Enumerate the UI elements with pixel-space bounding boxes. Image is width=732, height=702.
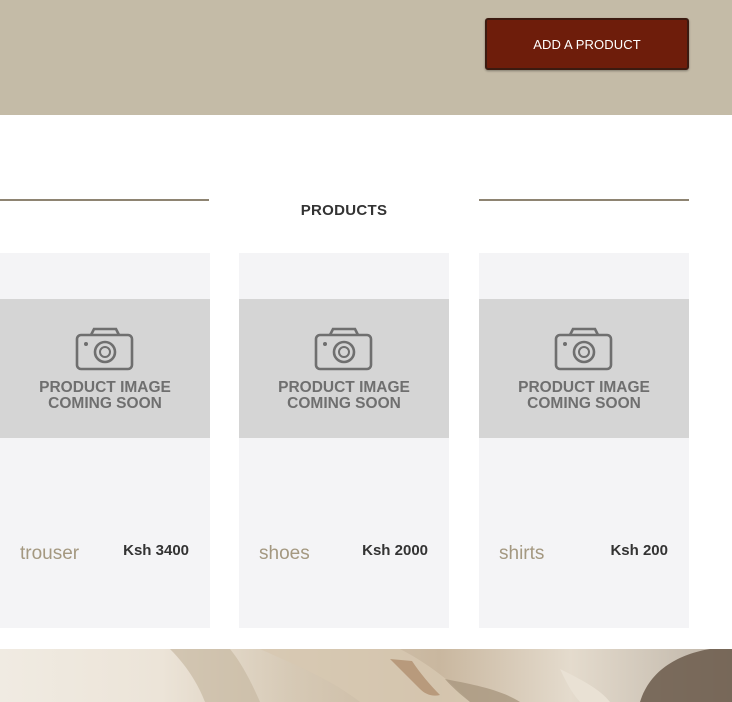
- product-name[interactable]: trouser: [20, 543, 79, 565]
- section-title: PRODUCTS: [300, 202, 388, 219]
- top-header-bar: ADD A PRODUCT: [0, 0, 732, 115]
- placeholder-line2: COMING SOON: [48, 395, 162, 412]
- add-product-button[interactable]: ADD A PRODUCT: [485, 18, 689, 70]
- product-card[interactable]: PRODUCT IMAGE COMING SOON trouser Ksh 34…: [0, 253, 210, 628]
- section-divider-right: [479, 199, 689, 201]
- product-card[interactable]: PRODUCT IMAGE COMING SOON shirts Ksh 200: [479, 253, 689, 628]
- product-image-placeholder: PRODUCT IMAGE COMING SOON: [239, 299, 449, 438]
- placeholder-line2: COMING SOON: [527, 395, 641, 412]
- section-divider-left: [0, 199, 209, 201]
- placeholder-line1: PRODUCT IMAGE: [518, 379, 650, 396]
- placeholder-line1: PRODUCT IMAGE: [278, 379, 410, 396]
- product-price: Ksh 2000: [362, 542, 428, 559]
- product-price: Ksh 3400: [123, 542, 189, 559]
- placeholder-line1: PRODUCT IMAGE: [39, 379, 171, 396]
- product-name[interactable]: shirts: [499, 543, 544, 565]
- hero-banner-image: [0, 649, 732, 702]
- product-image-placeholder: PRODUCT IMAGE COMING SOON: [479, 299, 689, 438]
- camera-icon: [314, 327, 373, 371]
- product-name[interactable]: shoes: [259, 543, 310, 565]
- product-card[interactable]: PRODUCT IMAGE COMING SOON shoes Ksh 2000: [239, 253, 449, 628]
- camera-icon: [75, 327, 134, 371]
- placeholder-line2: COMING SOON: [287, 395, 401, 412]
- camera-icon: [554, 327, 613, 371]
- product-price: Ksh 200: [610, 542, 668, 559]
- product-image-placeholder: PRODUCT IMAGE COMING SOON: [0, 299, 210, 438]
